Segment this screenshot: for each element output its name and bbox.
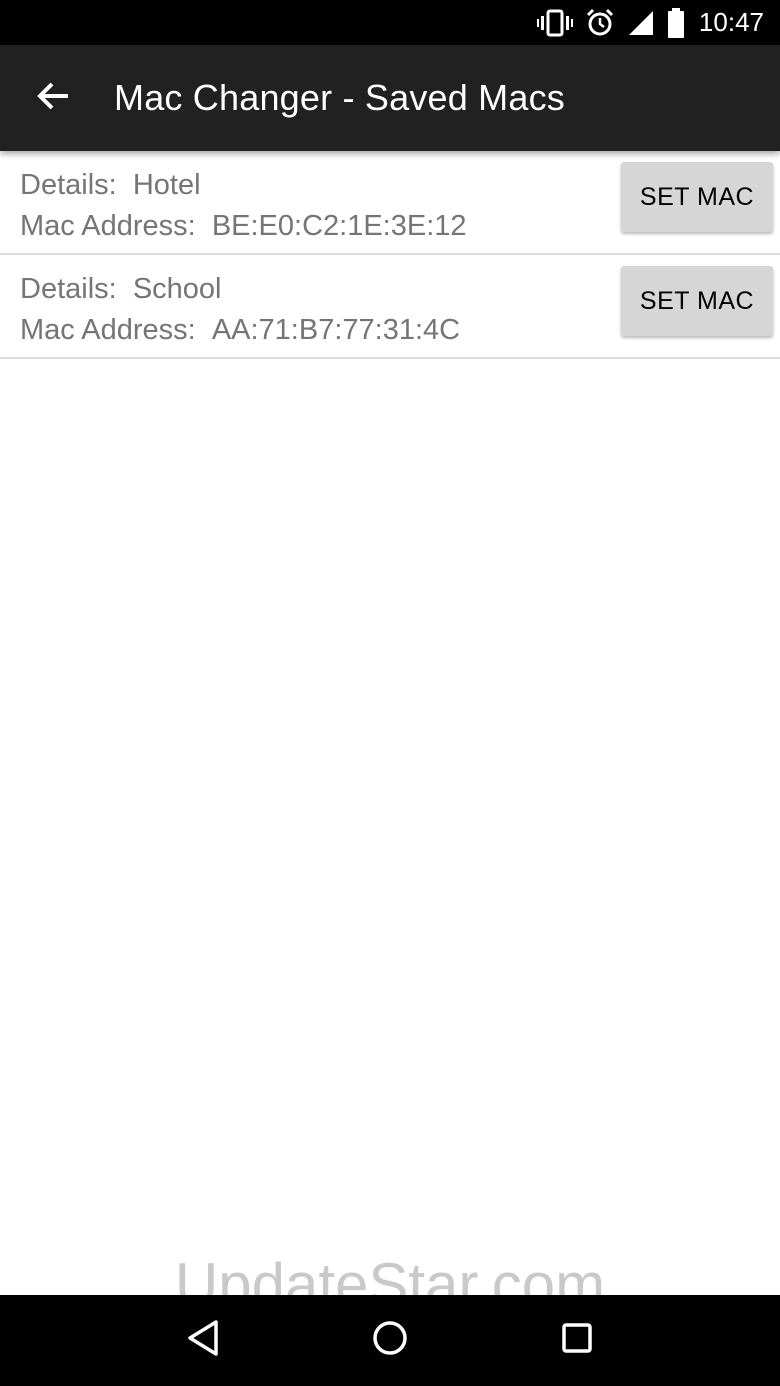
nav-back-button[interactable]	[173, 1311, 233, 1371]
signal-icon	[627, 9, 655, 37]
details-value: Hotel	[132, 169, 201, 201]
nav-recents-icon	[561, 1322, 593, 1359]
details-label: Details:	[20, 169, 117, 201]
details-label: Details:	[20, 273, 117, 305]
clock-time: 10:47	[698, 7, 764, 37]
mac-address-value: BE:E0:C2:1E:3E:12	[211, 210, 467, 242]
list-item-texts: Details: Hotel Mac Address: BE:E0:C2:1E:…	[20, 165, 467, 247]
vibrate-icon	[536, 9, 573, 37]
details-line: Details: School	[20, 269, 460, 310]
nav-home-icon	[372, 1320, 408, 1361]
list-item-texts: Details: School Mac Address: AA:71:B7:77…	[20, 269, 460, 351]
page-title: Mac Changer - Saved Macs	[114, 77, 565, 118]
nav-recents-button[interactable]	[547, 1311, 607, 1371]
app-bar: Mac Changer - Saved Macs	[0, 45, 780, 151]
set-mac-button[interactable]: SET MAC	[621, 266, 773, 336]
navigation-bar	[0, 1295, 780, 1386]
alarm-icon	[585, 8, 615, 38]
battery-icon	[667, 7, 685, 38]
details-value: School	[132, 273, 222, 305]
nav-home-button[interactable]	[360, 1311, 420, 1371]
mac-address-label: Mac Address:	[20, 210, 196, 242]
details-line: Details: Hotel	[20, 165, 467, 206]
back-button[interactable]	[0, 45, 106, 151]
status-bar: 10:47	[0, 0, 780, 45]
arrow-back-icon	[36, 79, 70, 118]
saved-macs-list: Details: Hotel Mac Address: BE:E0:C2:1E:…	[0, 151, 780, 359]
mac-address-label: Mac Address:	[20, 314, 196, 346]
mac-address-line: Mac Address: BE:E0:C2:1E:3E:12	[20, 206, 467, 247]
watermark: UpdateStar.com	[174, 1251, 606, 1295]
list-item: Details: School Mac Address: AA:71:B7:77…	[0, 255, 780, 359]
mac-address-value: AA:71:B7:77:31:4C	[211, 314, 461, 346]
nav-back-icon	[186, 1319, 220, 1362]
list-item: Details: Hotel Mac Address: BE:E0:C2:1E:…	[0, 151, 780, 255]
set-mac-button[interactable]: SET MAC	[621, 162, 773, 232]
mac-address-line: Mac Address: AA:71:B7:77:31:4C	[20, 310, 460, 351]
